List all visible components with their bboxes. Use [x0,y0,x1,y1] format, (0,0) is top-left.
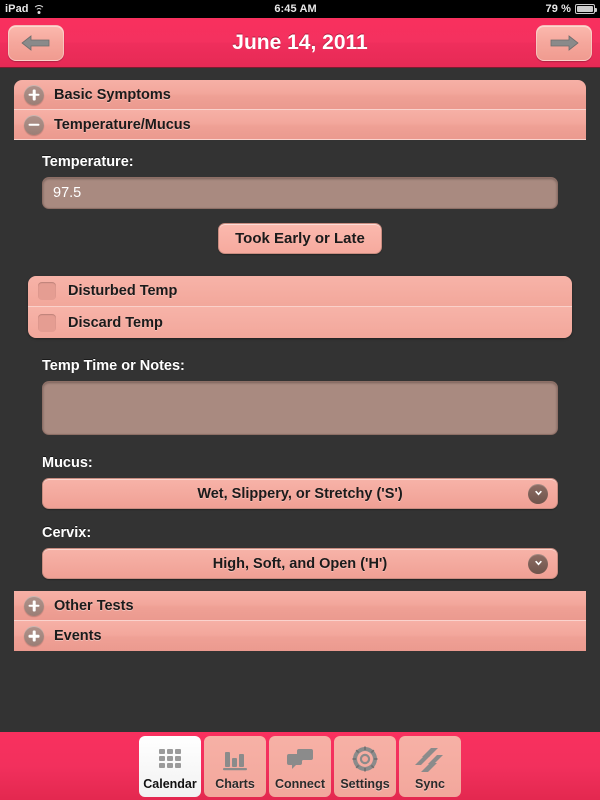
chevron-down-icon[interactable] [528,483,548,504]
mucus-label: Mucus: [42,455,93,471]
wifi-icon [33,4,46,15]
accordion-sections: Basic Symptoms Temperature/Mucus Tempera… [14,80,586,651]
status-bar: iPad 6:45 AM 79 % [0,0,600,18]
temperature-field-group: Temperature: 97.5 [28,154,572,209]
notes-label: Temp Time or Notes: [42,358,185,374]
checkbox-row-disturbed-temp[interactable]: Disturbed Temp [28,276,572,307]
checkbox-icon[interactable] [38,313,56,332]
tab-settings[interactable]: Settings [334,736,396,797]
temp-flags-group: Disturbed Temp Discard Temp [28,276,572,338]
tab-calendar[interactable]: Calendar [139,736,201,797]
temperature-label: Temperature: [42,154,134,170]
checkbox-label: Disturbed Temp [68,283,178,299]
section-label: Basic Symptoms [54,86,171,103]
tab-connect[interactable]: Connect [269,736,331,797]
cervix-select[interactable]: High, Soft, and Open ('H') [42,548,558,579]
cervix-field-group: Cervix: High, Soft, and Open ('H') [28,525,572,579]
next-day-button[interactable] [536,25,592,61]
sync-slashes-icon [415,743,445,775]
took-early-or-late-row: Took Early or Late [14,223,586,254]
previous-day-button[interactable] [8,25,64,61]
section-label: Temperature/Mucus [54,116,191,133]
status-bar-clock: 6:45 AM [274,3,317,15]
navigation-bar: June 14, 2011 [0,18,600,68]
status-bar-right: 79 % [545,3,598,15]
speech-bubbles-icon [285,743,315,775]
arrow-right-icon [550,35,579,51]
tab-label: Sync [415,776,445,791]
section-label: Events [54,628,102,644]
plus-circle-icon[interactable] [24,626,44,646]
notes-field-group: Temp Time or Notes: [28,358,572,435]
checkbox-row-discard-temp[interactable]: Discard Temp [28,307,572,338]
battery-percent: 79 % [545,3,571,15]
mucus-selected-value: Wet, Slippery, or Stretchy ('S') [197,485,403,502]
tab-label: Settings [340,776,390,791]
bar-chart-icon [220,743,250,775]
section-label: Other Tests [54,597,134,614]
notes-textarea[interactable] [42,381,558,435]
tab-label: Calendar [143,776,197,791]
chevron-down-icon[interactable] [528,553,548,574]
status-bar-left: iPad [5,3,46,15]
section-header-other-tests[interactable]: Other Tests [14,591,586,621]
cervix-label: Cervix: [42,525,92,541]
tab-charts[interactable]: Charts [204,736,266,797]
tab-label: Connect [275,776,325,791]
tab-sync[interactable]: Sync [399,736,461,797]
tab-bar: Calendar Charts Connect Settings Sync [0,732,600,800]
device-name: iPad [5,3,29,15]
form-scroll-area[interactable]: Basic Symptoms Temperature/Mucus Tempera… [0,68,600,732]
cervix-selected-value: High, Soft, and Open ('H') [212,555,388,572]
calendar-grid-icon [155,743,185,775]
section-header-temperature-mucus[interactable]: Temperature/Mucus [14,110,586,140]
checkbox-label: Discard Temp [68,314,163,331]
temperature-input[interactable]: 97.5 [42,177,558,209]
section-body-temperature-mucus: Temperature: 97.5 Took Early or Late Dis… [14,140,586,591]
plus-circle-icon[interactable] [24,84,44,105]
tab-label: Charts [215,776,255,791]
arrow-left-icon [21,35,50,51]
mucus-field-group: Mucus: Wet, Slippery, or Stretchy ('S') [28,455,572,509]
page-title: June 14, 2011 [232,30,368,54]
section-header-events[interactable]: Events [14,621,586,651]
plus-circle-icon[interactable] [24,595,44,616]
minus-circle-icon[interactable] [24,114,44,135]
app-root: iPad 6:45 AM 79 % June 14, 2011 Basic Sy… [0,0,600,800]
checkbox-icon[interactable] [38,282,56,300]
mucus-select[interactable]: Wet, Slippery, or Stretchy ('S') [42,478,558,509]
gear-icon [350,743,380,775]
battery-icon [574,4,598,14]
took-early-or-late-button[interactable]: Took Early or Late [218,223,382,254]
section-header-basic-symptoms[interactable]: Basic Symptoms [14,80,586,110]
